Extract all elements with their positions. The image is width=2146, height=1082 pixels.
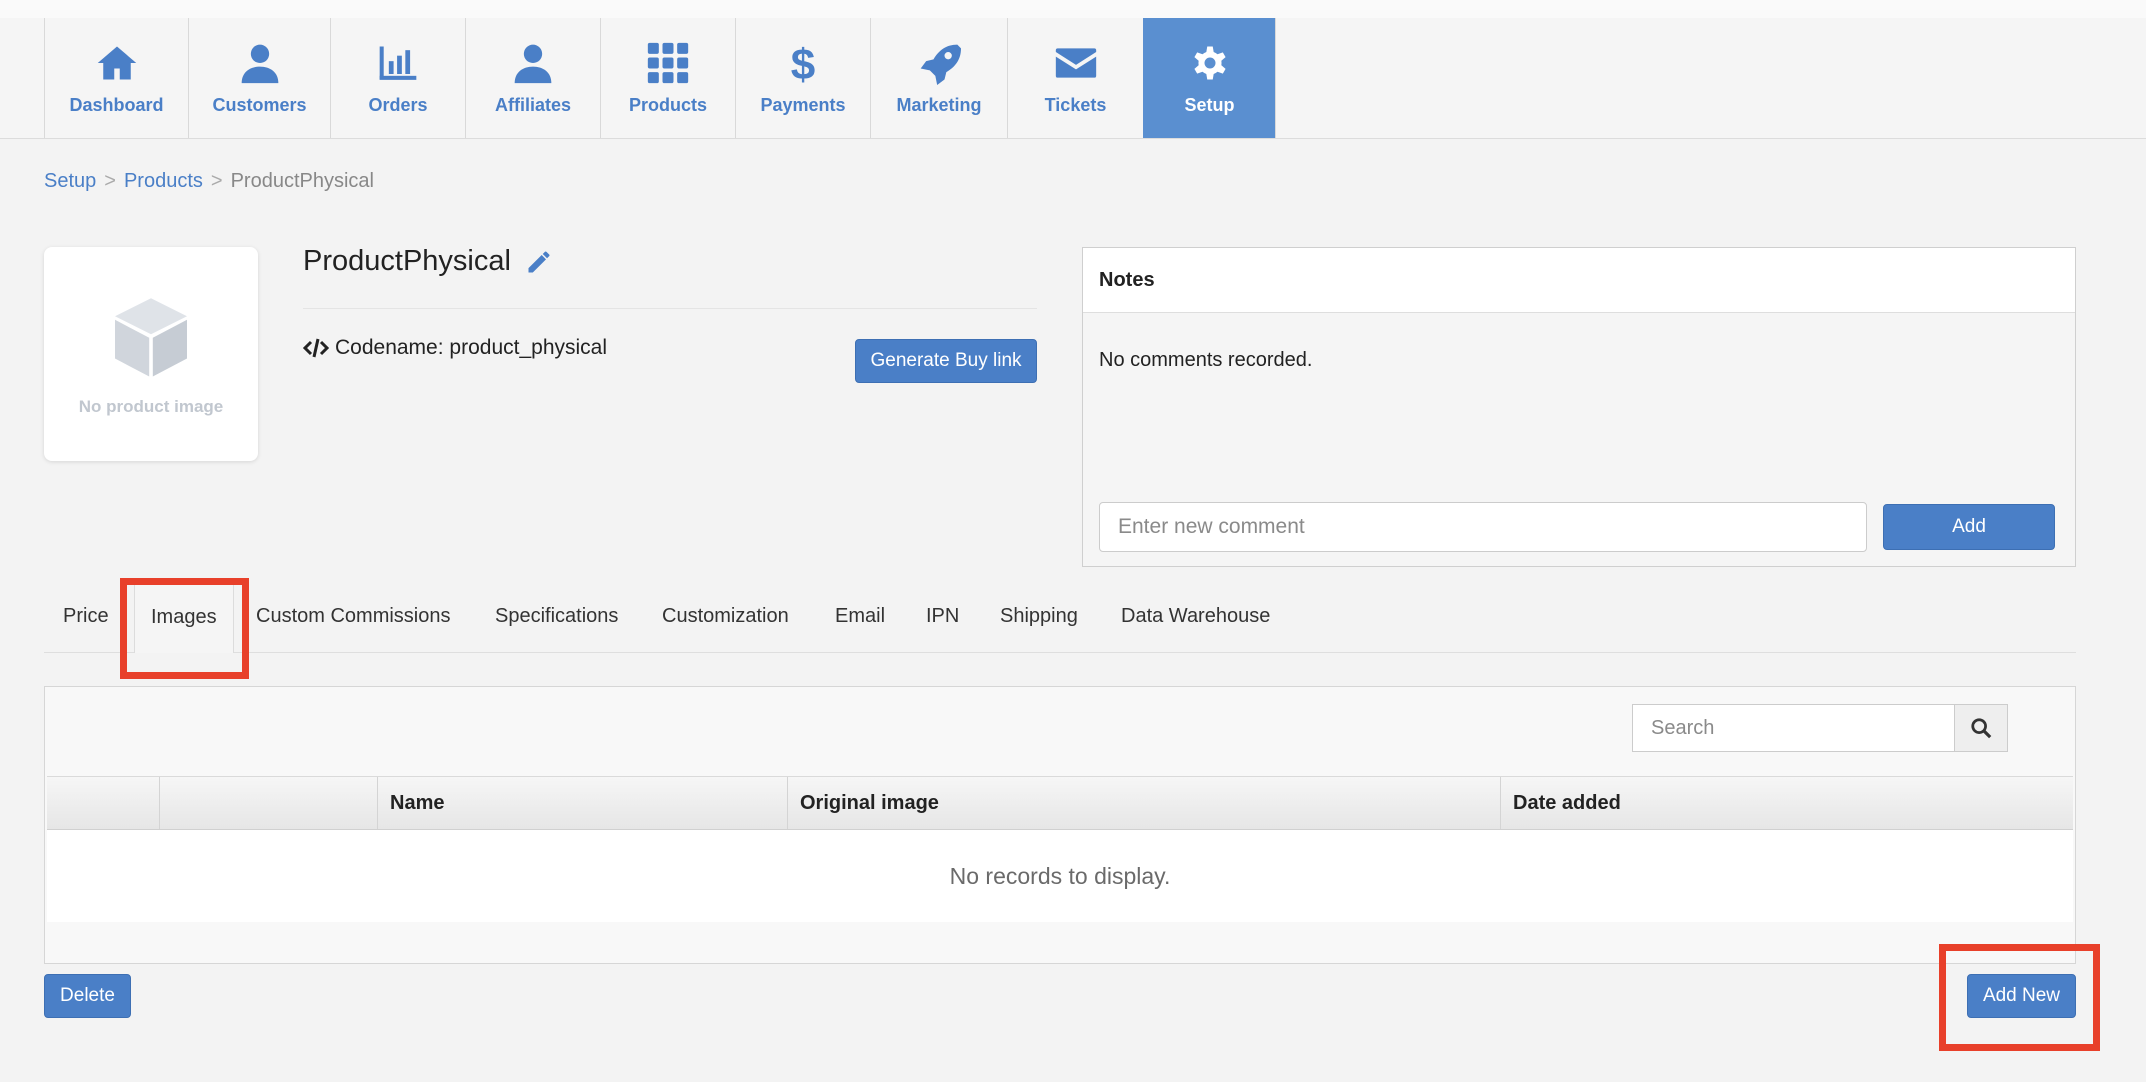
nav-label: Marketing [896,94,982,115]
product-title-row: ProductPhysical [303,245,553,278]
nav-label: Products [628,94,707,115]
product-image-placeholder[interactable]: No product image [44,247,258,461]
nav-tickets[interactable]: Tickets [1007,18,1143,138]
nav-products[interactable]: Products [600,18,735,138]
search-button[interactable] [1954,705,2007,751]
breadcrumb-current: ProductPhysical [230,170,374,192]
tab-email[interactable]: Email [835,580,885,652]
images-grid: Name Original image Date added No record… [44,686,2076,964]
column-date-added[interactable]: Date added [1500,777,2073,829]
nav-payments[interactable]: $ Payments [735,18,870,138]
nav-customers[interactable]: Customers [188,18,330,138]
tab-ipn[interactable]: IPN [926,580,959,652]
user-icon [241,44,278,83]
breadcrumb-setup[interactable]: Setup [44,170,96,192]
svg-text:$: $ [791,41,815,85]
rocket-icon [920,44,961,85]
notes-title: Notes [1083,248,2075,313]
top-strip [0,0,2146,19]
delete-button[interactable]: Delete [44,974,131,1018]
codename-label: Codename: [335,336,444,359]
nav-label: Customers [212,94,307,115]
tab-shipping[interactable]: Shipping [1000,580,1078,652]
notes-panel: Notes No comments recorded. Add [1082,247,2076,567]
column-name[interactable]: Name [377,777,787,829]
add-new-highlight [1939,944,2100,1051]
breadcrumb-products[interactable]: Products [124,170,203,192]
nav-label: Dashboard [69,94,164,115]
title-divider [303,308,1037,309]
add-comment-button[interactable]: Add [1883,504,2055,550]
search-input[interactable] [1633,705,1989,751]
column-thumbnail[interactable] [159,777,377,829]
table-header: Name Original image Date added [47,776,2073,830]
generate-buy-link-button[interactable]: Generate Buy link [855,339,1037,383]
grid-icon [647,42,689,83]
no-image-caption: No product image [78,397,224,416]
envelope-icon [1055,47,1096,78]
breadcrumb-separator: > [210,170,223,192]
dollar-icon: $ [791,41,815,85]
search-icon [1971,718,1992,739]
code-icon [303,338,329,358]
bar-chart-icon [379,46,417,80]
cube-icon [115,298,187,377]
pencil-icon[interactable] [525,248,553,276]
empty-records-message: No records to display. [47,830,2073,922]
images-tab-highlight [120,578,249,679]
tab-specifications[interactable]: Specifications [495,580,618,652]
tab-customization[interactable]: Customization [662,580,789,652]
column-original-image[interactable]: Original image [787,777,1500,829]
nav-dashboard[interactable]: Dashboard [44,18,188,138]
breadcrumb: Setup > Products > ProductPhysical [44,170,374,193]
codename-row: Codename: product_physical [303,336,607,360]
grid-search [1632,704,2008,752]
nav-affiliates[interactable]: Affiliates [465,18,600,138]
product-title: ProductPhysical [303,245,511,277]
codename-value: product_physical [449,336,608,359]
nav-setup[interactable]: Setup [1143,18,1276,138]
notes-empty-text: No comments recorded. [1099,349,1313,371]
nav-marketing[interactable]: Marketing [870,18,1007,138]
comment-input[interactable] [1099,502,1867,552]
nav-label: Tickets [1044,94,1107,115]
column-select[interactable] [47,777,159,829]
user-icon [514,44,552,83]
product-tabs: Price Images Custom Commissions Specific… [44,580,2076,653]
tab-price[interactable]: Price [63,580,109,652]
home-icon [97,46,136,79]
gear-icon [1193,46,1226,79]
nav-label: Affiliates [494,94,572,115]
tab-data-warehouse[interactable]: Data Warehouse [1121,580,1270,652]
tab-custom-commissions[interactable]: Custom Commissions [256,580,450,652]
breadcrumb-separator: > [104,170,116,192]
nav-label: Setup [1184,94,1235,115]
main-navbar: Dashboard Customers Orders Affiliates Pr… [0,18,2146,139]
nav-label: Payments [760,94,846,115]
nav-orders[interactable]: Orders [330,18,465,138]
nav-label: Orders [368,94,428,115]
